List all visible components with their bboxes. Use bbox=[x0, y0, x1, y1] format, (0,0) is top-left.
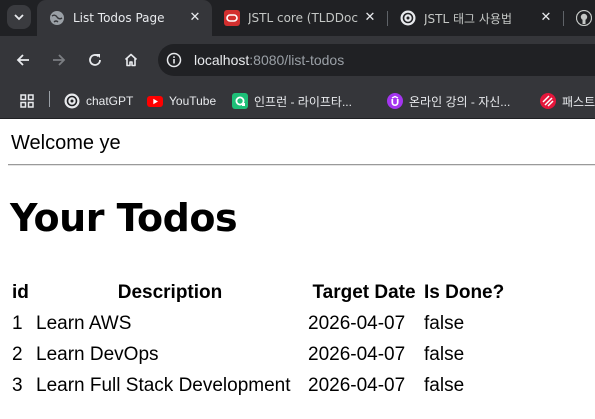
todo-description: Learn Full Stack Development bbox=[36, 374, 291, 396]
todo-description: Learn DevOps bbox=[36, 343, 159, 365]
tab-jstl-usage[interactable]: JSTL 태그 사용법 ✕ bbox=[388, 0, 563, 36]
arrow-right-icon bbox=[53, 54, 66, 66]
todo-id: 1 bbox=[12, 312, 23, 334]
tab-search-button[interactable] bbox=[7, 5, 31, 29]
todo-done: false bbox=[424, 343, 465, 365]
close-tab-icon[interactable]: ✕ bbox=[539, 11, 553, 25]
todo-id: 2 bbox=[12, 343, 23, 365]
column-header-is-done: Is Done? bbox=[424, 281, 505, 303]
tab-title: List Todos Page bbox=[73, 11, 165, 25]
bookmark-label: YouTube bbox=[169, 94, 217, 108]
reload-button[interactable] bbox=[83, 48, 107, 72]
bookmark-label: 인프런 - 라이프타... bbox=[254, 94, 352, 109]
bookmark-udemy[interactable]: 온라인 강의 - 자신... bbox=[387, 89, 510, 113]
address-bar[interactable]: localhost:8080/list-todos bbox=[158, 44, 595, 76]
tab-github[interactable] bbox=[564, 0, 595, 36]
bookmark-label: 온라인 강의 - 자신... bbox=[409, 94, 511, 109]
tab-title: JSTL core (TLDDoc bbox=[248, 11, 358, 25]
bookmark-label: 패스트 bbox=[562, 94, 595, 109]
page-title: Your Todos bbox=[10, 196, 238, 240]
tab-strip: List Todos Page ✕ JSTL core (TLDDoc ✕ JS… bbox=[0, 0, 595, 36]
chatgpt-icon bbox=[64, 93, 80, 109]
udemy-icon bbox=[387, 93, 403, 109]
table-row: 1 Learn AWS 2026-04-07 false bbox=[10, 308, 506, 339]
tab-title: JSTL 태그 사용법 bbox=[424, 11, 513, 26]
page-content: Welcome ye Your Todos id Description Tar… bbox=[0, 119, 595, 419]
divider bbox=[8, 164, 595, 166]
welcome-message: Welcome ye bbox=[11, 132, 121, 154]
bookmark-inflearn[interactable]: 인프런 - 라이프타... bbox=[232, 89, 352, 113]
url-text: localhost:8080/list-todos bbox=[194, 52, 344, 68]
back-button[interactable] bbox=[11, 48, 35, 72]
close-tab-icon[interactable]: ✕ bbox=[363, 11, 377, 25]
tab-list-todos[interactable]: List Todos Page ✕ bbox=[37, 0, 212, 36]
column-header-description: Description bbox=[117, 281, 223, 303]
github-icon bbox=[576, 10, 592, 26]
bookmark-youtube[interactable]: YouTube bbox=[147, 89, 216, 113]
site-info-icon[interactable] bbox=[166, 52, 182, 68]
todos-table: id Description Target Date Is Done? 1 Le… bbox=[10, 277, 506, 401]
home-icon bbox=[124, 53, 138, 67]
todo-done: false bbox=[424, 374, 465, 396]
forward-button[interactable] bbox=[47, 48, 71, 72]
apps-button[interactable] bbox=[19, 89, 35, 113]
todo-target-date: 2026-04-07 bbox=[308, 374, 406, 396]
globe-icon bbox=[49, 10, 65, 26]
url-host: localhost bbox=[194, 52, 250, 68]
youtube-icon bbox=[147, 93, 163, 109]
bookmark-chatgpt[interactable]: chatGPT bbox=[64, 89, 133, 113]
arrow-left-icon bbox=[16, 54, 29, 66]
close-tab-icon[interactable]: ✕ bbox=[188, 11, 202, 25]
todo-done: false bbox=[424, 312, 465, 334]
home-button[interactable] bbox=[119, 48, 143, 72]
oracle-icon bbox=[224, 10, 240, 26]
inflearn-icon bbox=[232, 93, 248, 109]
url-path: :8080/list-todos bbox=[249, 52, 345, 68]
column-header-target-date: Target Date bbox=[312, 281, 416, 303]
apps-grid-icon bbox=[20, 94, 34, 108]
bookmark-label: chatGPT bbox=[86, 94, 134, 108]
browser-toolbar: localhost:8080/list-todos bbox=[0, 36, 595, 84]
tab-jstl-core[interactable]: JSTL core (TLDDoc ✕ bbox=[212, 0, 387, 36]
todo-id: 3 bbox=[12, 374, 23, 396]
bookmarks-divider bbox=[49, 91, 50, 107]
table-row: 2 Learn DevOps 2026-04-07 false bbox=[10, 339, 506, 370]
bookmark-fastcampus[interactable]: 패스트 bbox=[540, 89, 595, 113]
todo-target-date: 2026-04-07 bbox=[308, 343, 406, 365]
column-header-id: id bbox=[12, 281, 29, 303]
table-header-row: id Description Target Date Is Done? bbox=[10, 277, 506, 308]
chevron-down-icon bbox=[14, 14, 24, 21]
todo-target-date: 2026-04-07 bbox=[308, 312, 406, 334]
fastcampus-icon bbox=[540, 93, 556, 109]
chatgpt-icon bbox=[400, 10, 416, 26]
todo-description: Learn AWS bbox=[36, 312, 132, 334]
table-row: 3 Learn Full Stack Development 2026-04-0… bbox=[10, 370, 506, 401]
bookmarks-bar: chatGPT YouTube 인프런 - 라이프타... 온라인 강의 - 자… bbox=[0, 84, 595, 119]
reload-icon bbox=[89, 54, 101, 66]
